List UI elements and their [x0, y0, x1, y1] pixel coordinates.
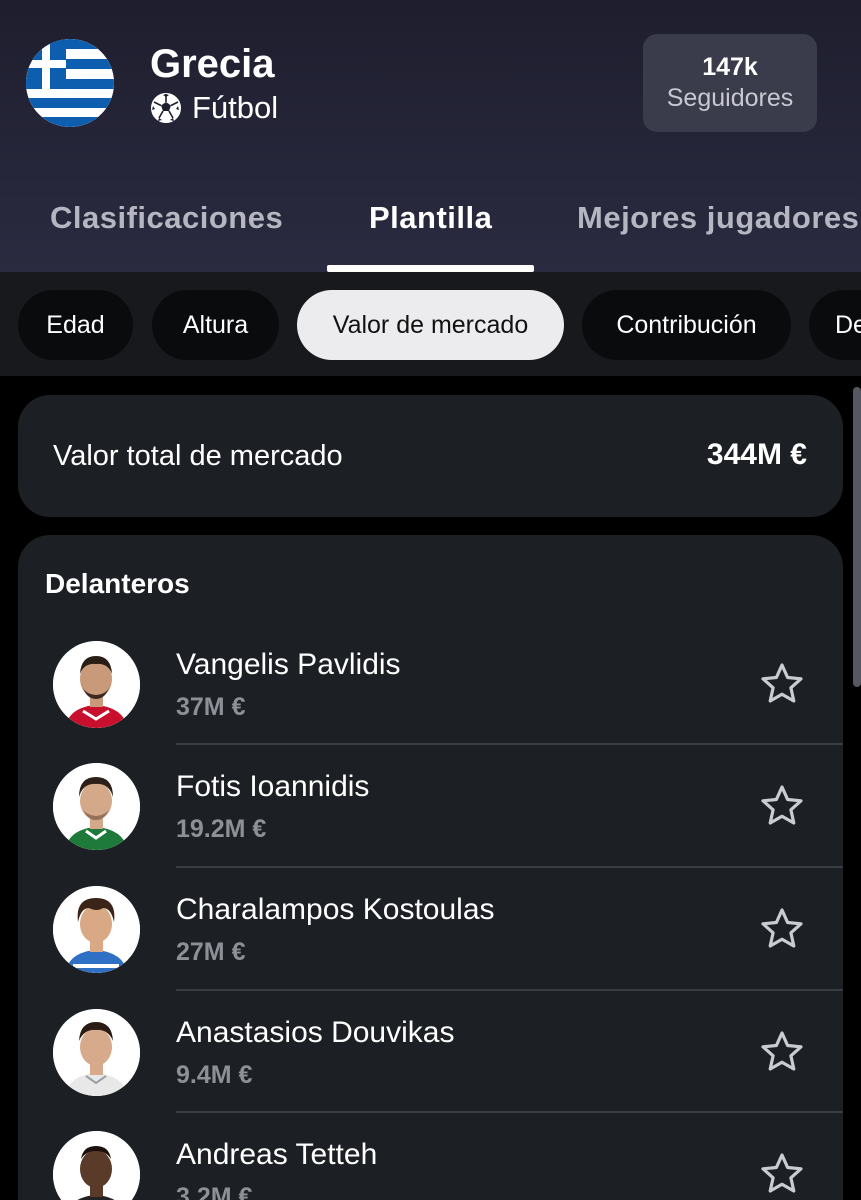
flag-graphic [26, 39, 114, 127]
section-title: Delanteros [45, 568, 190, 599]
team-header: Grecia Fútbol 147k Seguidores Clasificac… [0, 0, 861, 272]
player-photo [53, 763, 140, 850]
player-avatar [53, 1009, 140, 1096]
total-market-value-card: Valor total de mercado 344M € [18, 395, 843, 517]
player-row[interactable]: Andreas Tetteh 3.2M € [18, 1113, 843, 1200]
forwards-card: Delanteros Vangelis Pavlidis 37M € Fotis… [18, 535, 843, 1200]
player-market-value: 27M € [176, 938, 246, 966]
greece-flag-icon [26, 39, 114, 127]
player-photo [53, 1131, 140, 1200]
player-row[interactable]: Fotis Ioannidis 19.2M € [18, 745, 843, 868]
tab-mejores-jugadores[interactable]: Mejores jugadores [577, 200, 859, 236]
player-name: Andreas Tetteh [176, 1138, 378, 1171]
active-tab-indicator [327, 265, 534, 272]
soccer-ball-icon [151, 93, 181, 123]
tab-clasificaciones[interactable]: Clasificaciones [50, 200, 283, 236]
star-outline-icon[interactable] [759, 1029, 805, 1075]
player-market-value: 9.4M € [176, 1061, 253, 1089]
sport-row: Fútbol [150, 90, 278, 126]
player-avatar [53, 886, 140, 973]
player-avatar [53, 763, 140, 850]
star-outline-icon[interactable] [759, 1151, 805, 1197]
player-row[interactable]: Vangelis Pavlidis 37M € [18, 623, 843, 746]
followers-label: Seguidores [666, 84, 794, 112]
player-name: Fotis Ioannidis [176, 770, 370, 803]
followers-count: 147k [702, 53, 758, 81]
star-outline-icon[interactable] [759, 661, 805, 707]
total-market-value: 344M € [706, 438, 807, 471]
player-avatar [53, 641, 140, 728]
filter-chip-valor-de-mercado[interactable]: Valor de mercado [297, 290, 564, 360]
player-photo [53, 641, 140, 728]
player-avatar [53, 1131, 140, 1200]
filter-chip-altura[interactable]: Altura [152, 290, 279, 360]
player-name: Charalampos Kostoulas [176, 893, 495, 926]
player-name: Vangelis Pavlidis [176, 648, 401, 681]
player-market-value: 3.2M € [176, 1183, 253, 1200]
player-row[interactable]: Anastasios Douvikas 9.4M € [18, 991, 843, 1114]
followers-badge[interactable]: 147k Seguidores [643, 34, 817, 132]
player-photo [53, 1009, 140, 1096]
filter-chip-contribucion[interactable]: Contribución [582, 290, 791, 360]
player-row[interactable]: Charalampos Kostoulas 27M € [18, 868, 843, 991]
total-market-value-label: Valor total de mercado [53, 440, 343, 472]
tab-plantilla[interactable]: Plantilla [369, 200, 492, 236]
player-market-value: 37M € [176, 693, 246, 721]
filter-chip-truncated[interactable]: De [809, 290, 861, 360]
player-name: Anastasios Douvikas [176, 1016, 455, 1049]
star-outline-icon[interactable] [759, 783, 805, 829]
team-name: Grecia [150, 42, 275, 86]
filter-chips: Edad Altura Valor de mercado Contribució… [0, 272, 861, 376]
filter-chip-edad[interactable]: Edad [18, 290, 133, 360]
player-market-value: 19.2M € [176, 815, 267, 843]
sport-label: Fútbol [192, 90, 279, 125]
scrollbar[interactable] [853, 387, 861, 687]
player-photo [53, 886, 140, 973]
star-outline-icon[interactable] [759, 906, 805, 952]
